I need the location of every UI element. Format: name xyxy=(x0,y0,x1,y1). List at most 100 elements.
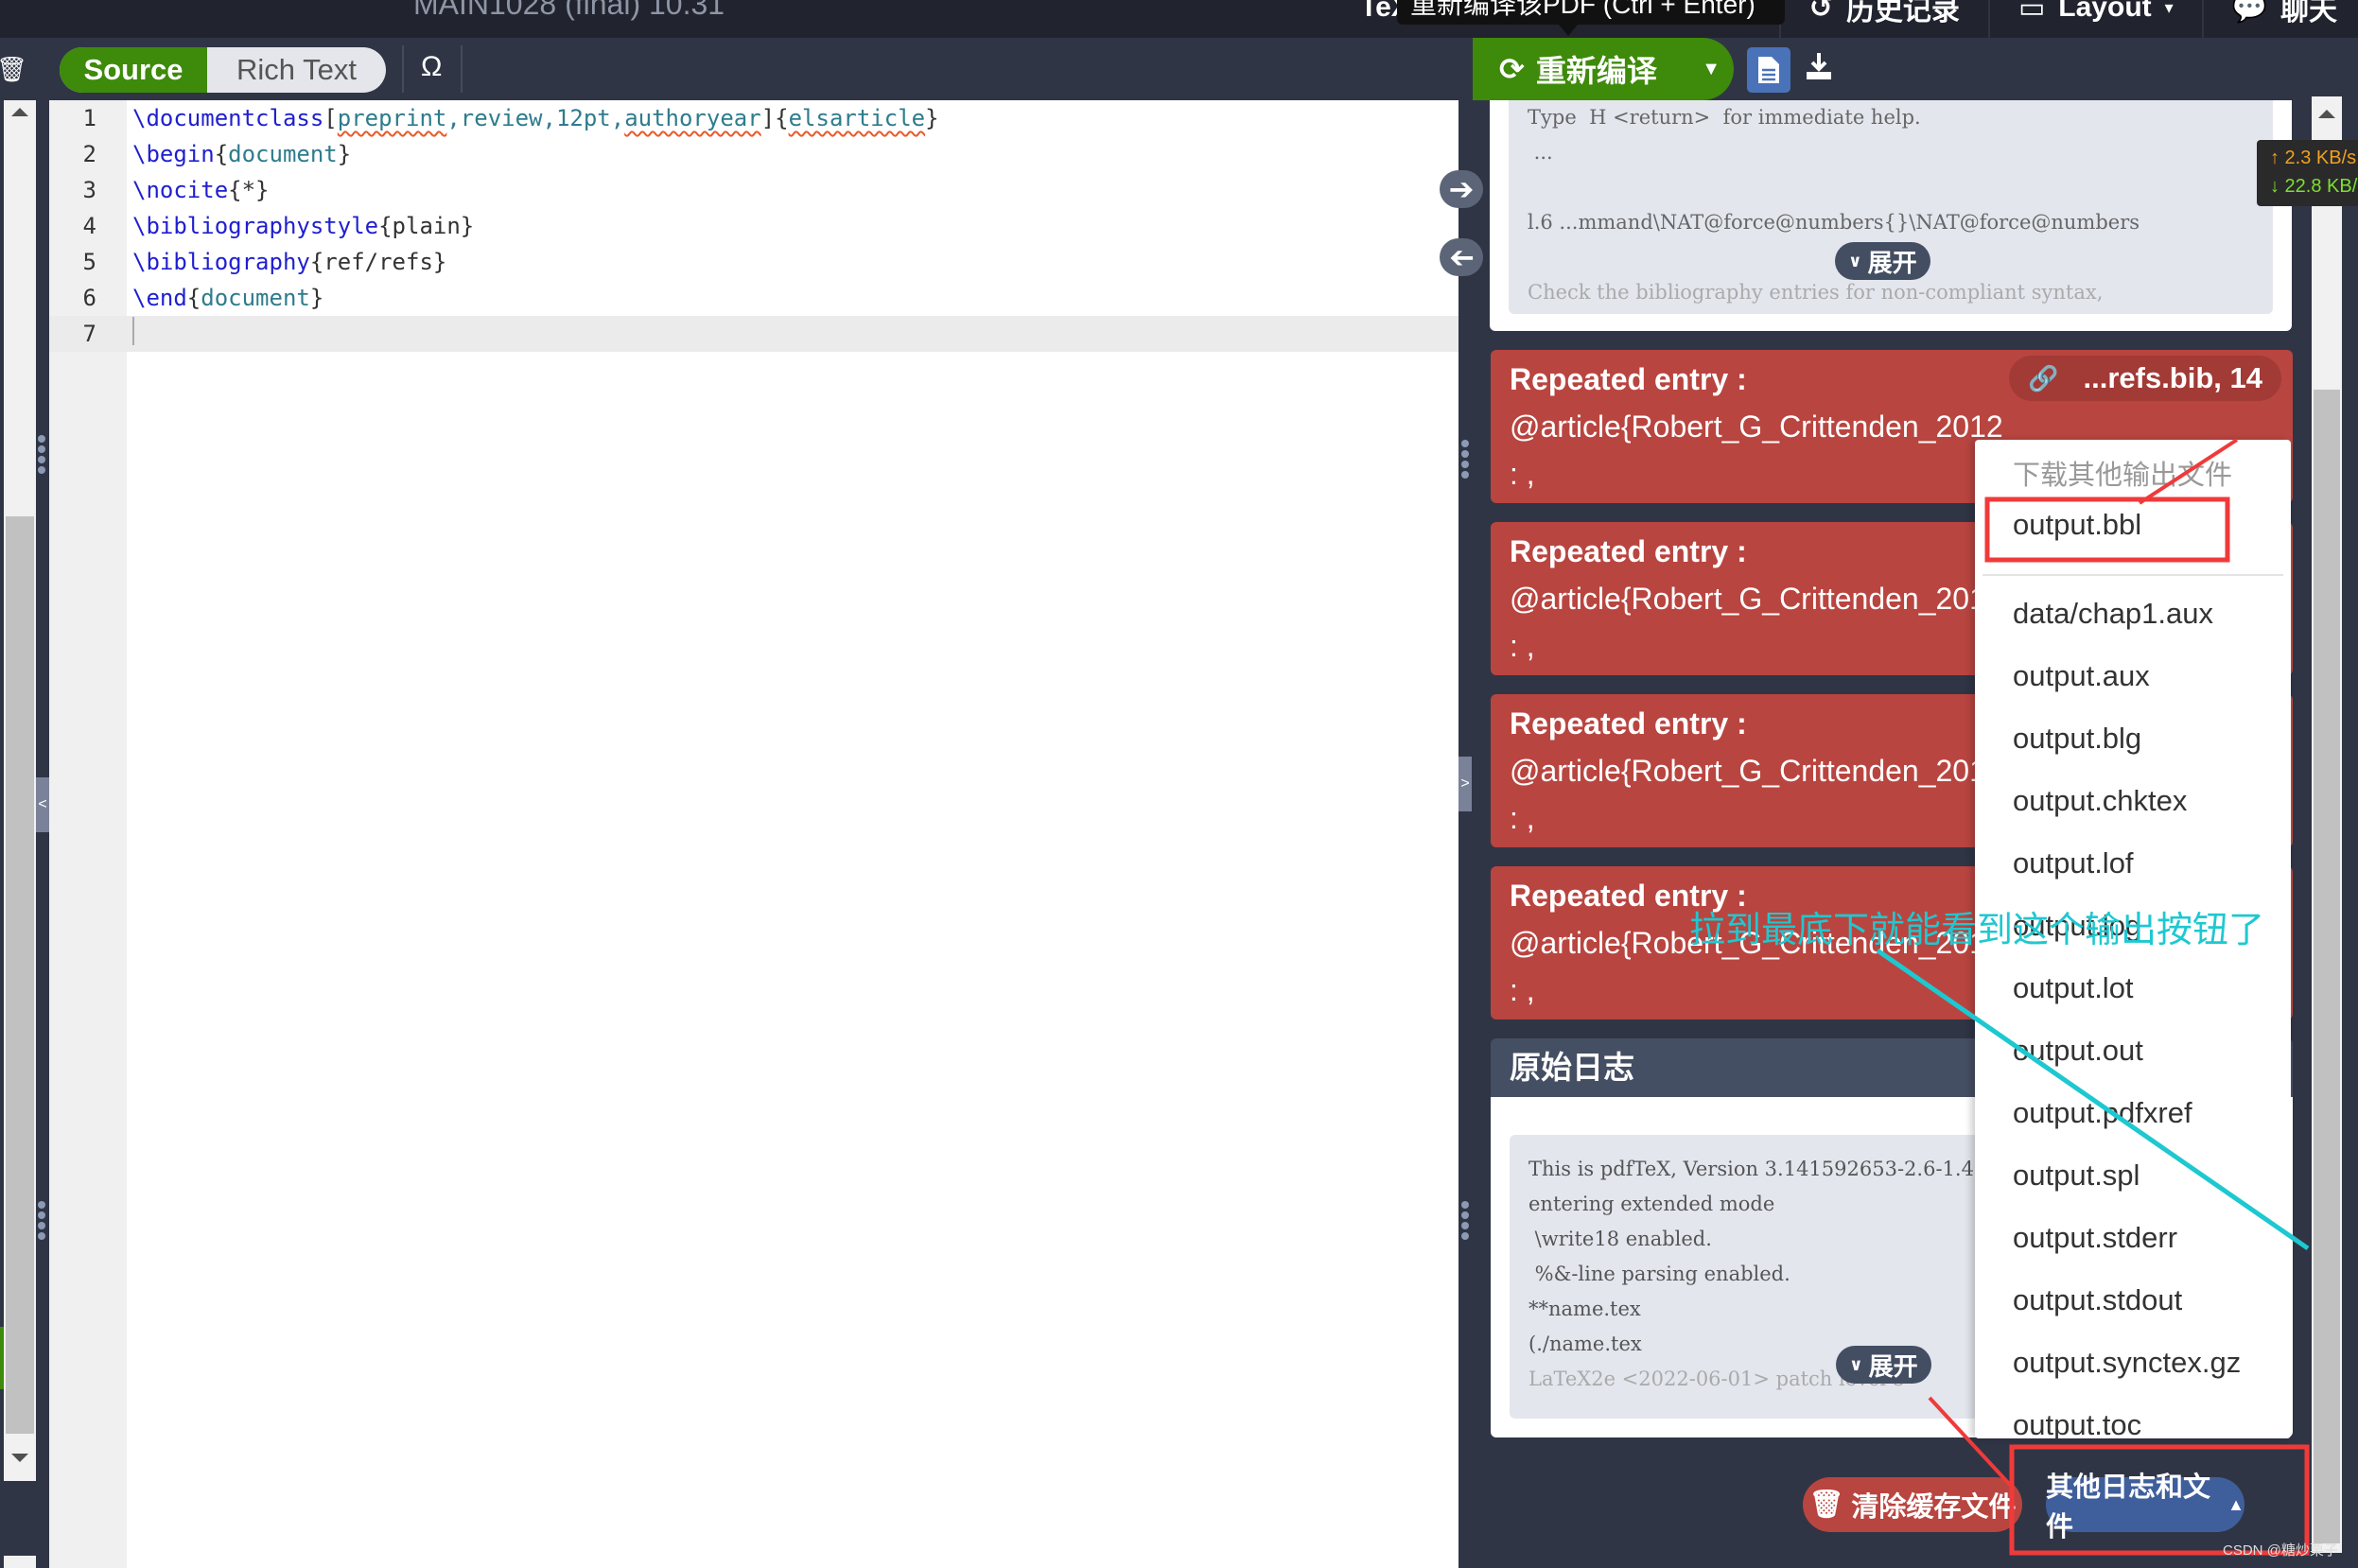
left-resize-handle-lower[interactable] xyxy=(38,1201,45,1240)
download-pdf-button[interactable] xyxy=(1805,51,1833,89)
pane-divider[interactable] xyxy=(1458,100,1490,1568)
log-line: Check the bibliography entries for non-c… xyxy=(1528,281,2104,304)
code-text: \bibliography{ref/refs} xyxy=(127,249,446,275)
sort-handle[interactable] xyxy=(4,1556,36,1568)
source-file-link[interactable]: 🔗 ...refs.bib, 14 xyxy=(2009,356,2281,401)
code-text: \documentclass[preprint,review,12pt,auth… xyxy=(127,105,939,131)
dropdown-item[interactable]: output.spl xyxy=(2013,1159,2140,1193)
expand-label: 展开 xyxy=(1867,248,1917,277)
arrow-left-icon: ➔ xyxy=(1448,240,1475,274)
line-number: 2 xyxy=(82,141,96,167)
top-header: MAIN1028 (final) 10.31 TeX ↺ 历史记录 ▭ Layout… xyxy=(0,0,2358,38)
history-icon: ↺ xyxy=(1808,0,1833,24)
scroll-up-arrow[interactable] xyxy=(11,108,28,116)
code-line[interactable]: 6 \end{document} xyxy=(49,280,1458,316)
line-number: 4 xyxy=(82,213,96,239)
code-line[interactable]: 4 \bibliographystyle{plain} xyxy=(49,208,1458,244)
layout-button[interactable]: ▭ Layout ▾ xyxy=(1990,0,2202,25)
log-entry-card: Type H <return> for immediate help. ... l… xyxy=(1490,100,2292,331)
code-text: \begin{document} xyxy=(127,141,351,167)
collapse-editor-button[interactable]: > xyxy=(1458,757,1472,811)
rich-text-mode-button[interactable]: Rich Text xyxy=(207,47,386,93)
mid-resize-handle[interactable] xyxy=(1461,440,1469,479)
chevron-down-icon: ∨ xyxy=(1848,251,1862,270)
log-scrollbar[interactable] xyxy=(2312,96,2342,1553)
left-resize-handle[interactable] xyxy=(38,435,45,474)
line-number: 3 xyxy=(82,177,96,203)
annotation-text: 拉到最底下就能看到这个输出按钮了 xyxy=(1689,911,2265,950)
code-token: ,review,12pt, xyxy=(446,105,625,131)
code-line[interactable]: 3 \nocite{*} xyxy=(49,172,1458,208)
code-token: \documentclass xyxy=(132,105,324,131)
arrow-right-icon: ➔ xyxy=(1448,172,1475,206)
trash-icon[interactable]: 🗑 xyxy=(0,55,27,83)
dropdown-item[interactable]: data/chap1.aux xyxy=(2013,597,2213,631)
code-token: [ xyxy=(323,105,338,131)
clear-cache-label: 清除缓存文件 xyxy=(1851,1492,2017,1523)
scroll-up-arrow[interactable] xyxy=(2318,110,2335,118)
scrollbar-thumb[interactable] xyxy=(6,516,34,1434)
tooltip-arrow xyxy=(1559,25,1578,36)
log-line: l.6 ...mmand\NAT@force@numbers{}\NAT@for… xyxy=(1528,211,2140,234)
dropdown-item[interactable]: output.stdout xyxy=(2013,1283,2182,1317)
dropdown-item[interactable]: output.pdfxref xyxy=(2013,1096,2192,1130)
chat-button[interactable]: 💬 聊天 xyxy=(2204,0,2358,28)
expand-button[interactable]: ∨ 展开 xyxy=(1835,242,1930,280)
scrollbar-thumb[interactable] xyxy=(2314,390,2340,1543)
other-logs-files-button[interactable]: 其他日志和文件 ▲ xyxy=(2046,1472,2244,1542)
symbol-palette-button[interactable]: Ω xyxy=(421,51,442,83)
caret-up-icon: ▲ xyxy=(2227,1494,2244,1514)
link-icon: 🔗 xyxy=(2028,363,2059,392)
dropdown-item[interactable]: output.blg xyxy=(2013,722,2141,756)
dropdown-item[interactable]: output.synctex.gz xyxy=(2013,1346,2241,1380)
recompile-label: 重新编译 xyxy=(1535,54,1657,88)
download-speed: ↓ 22.8 KB/s xyxy=(2270,176,2358,197)
code-line[interactable]: 1 \documentclass[preprint,review,12pt,aut… xyxy=(49,100,1458,136)
raw-log-expand-button[interactable]: ∨ 展开 xyxy=(1836,1346,1931,1384)
code-token: } xyxy=(925,105,939,131)
dropdown-item-output-bbl[interactable]: output.bbl xyxy=(2013,508,2141,542)
code-text: \end{document} xyxy=(127,285,323,311)
code-token: {plain} xyxy=(378,213,475,239)
chevron-down-icon: ∨ xyxy=(1849,1354,1863,1374)
history-label: 历史记录 xyxy=(1845,0,1960,26)
code-token: {*} xyxy=(228,177,270,203)
clear-cache-button[interactable]: 🗑 清除缓存文件 xyxy=(1803,1477,2022,1532)
collapse-file-tree-button[interactable]: < xyxy=(36,777,49,832)
app-window: MAIN1028 (final) 10.31 TeX ↺ 历史记录 ▭ Layout… xyxy=(0,0,2358,1568)
dropdown-item[interactable]: output.lot xyxy=(2013,971,2134,1005)
scroll-down-arrow[interactable] xyxy=(11,1454,28,1462)
logs-toggle-button[interactable] xyxy=(1747,47,1790,93)
code-editor[interactable]: 1 \documentclass[preprint,review,12pt,aut… xyxy=(49,100,1458,1568)
code-token: document xyxy=(228,141,338,167)
code-token: \bibliography xyxy=(132,249,310,275)
code-line[interactable]: 5 \bibliography{ref/refs} xyxy=(49,244,1458,280)
dropdown-item[interactable]: output.toc xyxy=(2013,1408,2141,1442)
recompile-options-caret[interactable]: ▼ xyxy=(1702,59,1720,80)
code-lines: 1 \documentclass[preprint,review,12pt,aut… xyxy=(49,100,1458,352)
code-token: { xyxy=(214,141,229,167)
code-line[interactable]: 2 \begin{document} xyxy=(49,136,1458,172)
history-button[interactable]: ↺ 历史记录 xyxy=(1781,0,1988,28)
file-tree-scrollbar[interactable] xyxy=(4,100,36,1481)
dropdown-item[interactable]: output.aux xyxy=(2013,659,2150,693)
dropdown-header: 下载其他输出文件 xyxy=(2013,461,2233,491)
code-token: authoryear xyxy=(624,105,761,131)
active-file-indicator xyxy=(0,1327,4,1389)
line-number: 5 xyxy=(82,249,96,275)
dropdown-item[interactable]: output.stderr xyxy=(2013,1221,2177,1255)
sync-to-pdf-button[interactable]: ➔ xyxy=(1440,170,1483,208)
source-mode-button[interactable]: Source xyxy=(60,47,207,93)
toolbar-divider xyxy=(461,45,463,93)
code-line[interactable]: 7 xyxy=(49,316,1458,352)
mid-resize-handle-lower[interactable] xyxy=(1461,1201,1469,1240)
dropdown-item[interactable]: output.lof xyxy=(2013,846,2134,880)
recompile-button[interactable]: ⟳ 重新编译 ▼ xyxy=(1473,38,1734,100)
sync-to-code-button[interactable]: ➔ xyxy=(1440,238,1483,276)
dropdown-item[interactable]: output.chktex xyxy=(2013,784,2187,818)
line-number: 7 xyxy=(82,321,96,347)
refresh-icon: ⟳ xyxy=(1499,52,1525,86)
log-entry-content: Type H <return> for immediate help. ... l… xyxy=(1509,100,2273,314)
dropdown-item[interactable]: output.out xyxy=(2013,1034,2143,1068)
